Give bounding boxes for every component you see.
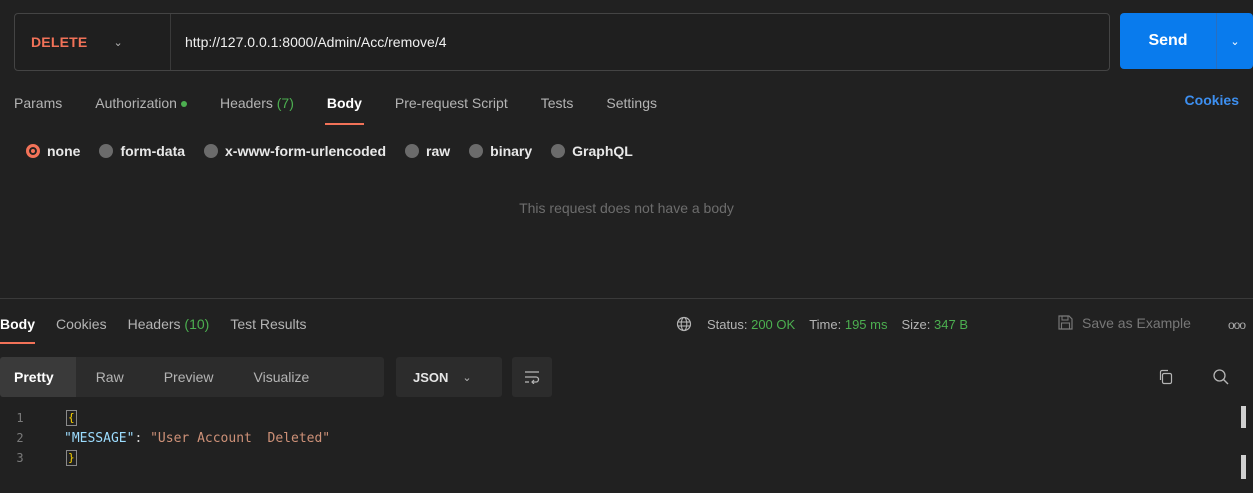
- close-brace: }: [66, 450, 77, 466]
- response-meta: Status: 200 OK Time: 195 ms Size: 347 B: [676, 316, 982, 332]
- chevron-down-icon: ⌄: [462, 371, 472, 384]
- save-as-example-button[interactable]: Save as Example: [1057, 314, 1191, 331]
- send-button-group: Send ⌄: [1120, 13, 1253, 69]
- search-icon[interactable]: [1212, 368, 1230, 386]
- tab-params[interactable]: Params: [14, 95, 62, 111]
- method-select[interactable]: DELETE ⌄: [15, 14, 171, 70]
- tab-headers[interactable]: Headers (7): [220, 95, 294, 111]
- json-key: "MESSAGE": [64, 430, 135, 446]
- chevron-down-icon: ⌄: [113, 36, 123, 49]
- format-tab-visualize[interactable]: Visualize: [234, 357, 330, 397]
- radio-binary[interactable]: binary: [469, 143, 532, 159]
- radio-none[interactable]: none: [26, 143, 80, 159]
- send-options-chevron-icon[interactable]: ⌄: [1217, 35, 1253, 48]
- line-number: 2: [16, 431, 24, 445]
- response-tab-headers[interactable]: Headers (10): [128, 316, 210, 332]
- radio-icon: [551, 144, 566, 158]
- radio-form-data[interactable]: form-data: [99, 143, 185, 159]
- wrap-lines-button[interactable]: [512, 357, 552, 397]
- tab-body[interactable]: Body: [324, 95, 364, 125]
- format-tab-raw[interactable]: Raw: [76, 357, 144, 397]
- response-body-editor[interactable]: 1 { 2 "MESSAGE": "User Account Deleted" …: [0, 408, 1253, 468]
- radio-icon: [405, 144, 420, 158]
- format-tabs: Pretty Raw Preview Visualize: [0, 357, 384, 397]
- code-line: 2 "MESSAGE": "User Account Deleted": [0, 428, 1253, 448]
- auth-status-dot-icon: [180, 101, 187, 108]
- scrollbar-top[interactable]: [1241, 406, 1246, 428]
- status-readout[interactable]: Status: 200 OK: [707, 317, 795, 332]
- globe-icon[interactable]: [676, 316, 692, 332]
- json-separator: :: [134, 430, 151, 446]
- response-tab-test-results[interactable]: Test Results: [230, 316, 306, 332]
- radio-raw[interactable]: raw: [405, 143, 450, 159]
- radio-x-www-form-urlencoded[interactable]: x-www-form-urlencoded: [204, 143, 386, 159]
- language-select[interactable]: JSON ⌄: [396, 357, 502, 397]
- pane-divider[interactable]: [0, 298, 1253, 299]
- method-label: DELETE: [31, 34, 88, 50]
- url-input[interactable]: http://127.0.0.1:8000/Admin/Acc/remove/4: [171, 34, 447, 50]
- send-button[interactable]: Send: [1120, 32, 1216, 50]
- response-tab-cookies[interactable]: Cookies: [56, 316, 107, 332]
- copy-icon[interactable]: [1158, 369, 1174, 385]
- body-type-radios: none form-data x-www-form-urlencoded raw…: [26, 143, 652, 159]
- tab-tests[interactable]: Tests: [541, 95, 574, 111]
- json-value: "User Account Deleted": [150, 430, 331, 446]
- wrap-lines-icon: [525, 371, 540, 384]
- cookies-link[interactable]: Cookies: [1185, 92, 1239, 108]
- request-tabs: Params Authorization Headers (7) Body Pr…: [14, 92, 690, 125]
- line-number: 3: [16, 451, 24, 465]
- more-options-icon[interactable]: ooo: [1228, 318, 1246, 332]
- save-icon: [1058, 315, 1073, 330]
- scrollbar-bottom[interactable]: [1241, 455, 1246, 479]
- radio-selected-icon: [26, 144, 40, 158]
- open-brace: {: [66, 410, 77, 426]
- radio-icon: [204, 144, 219, 158]
- no-body-message: This request does not have a body: [519, 200, 734, 216]
- time-readout[interactable]: Time: 195 ms: [809, 317, 887, 332]
- code-line: 3 }: [0, 448, 1253, 468]
- response-tab-body[interactable]: Body: [0, 316, 35, 344]
- tab-authorization[interactable]: Authorization: [95, 95, 187, 111]
- radio-icon: [469, 144, 484, 158]
- code-line: 1 {: [0, 408, 1253, 428]
- response-tabs: Body Cookies Headers (10) Test Results: [0, 316, 328, 344]
- format-tab-preview[interactable]: Preview: [144, 357, 234, 397]
- request-url-bar: DELETE ⌄ http://127.0.0.1:8000/Admin/Acc…: [14, 13, 1110, 71]
- radio-graphql[interactable]: GraphQL: [551, 143, 633, 159]
- radio-icon: [99, 144, 114, 158]
- line-number: 1: [16, 411, 24, 425]
- size-readout[interactable]: Size: 347 B: [901, 317, 968, 332]
- tab-pre-request-script[interactable]: Pre-request Script: [395, 95, 508, 111]
- tab-settings[interactable]: Settings: [606, 95, 657, 111]
- format-tab-pretty[interactable]: Pretty: [0, 357, 76, 397]
